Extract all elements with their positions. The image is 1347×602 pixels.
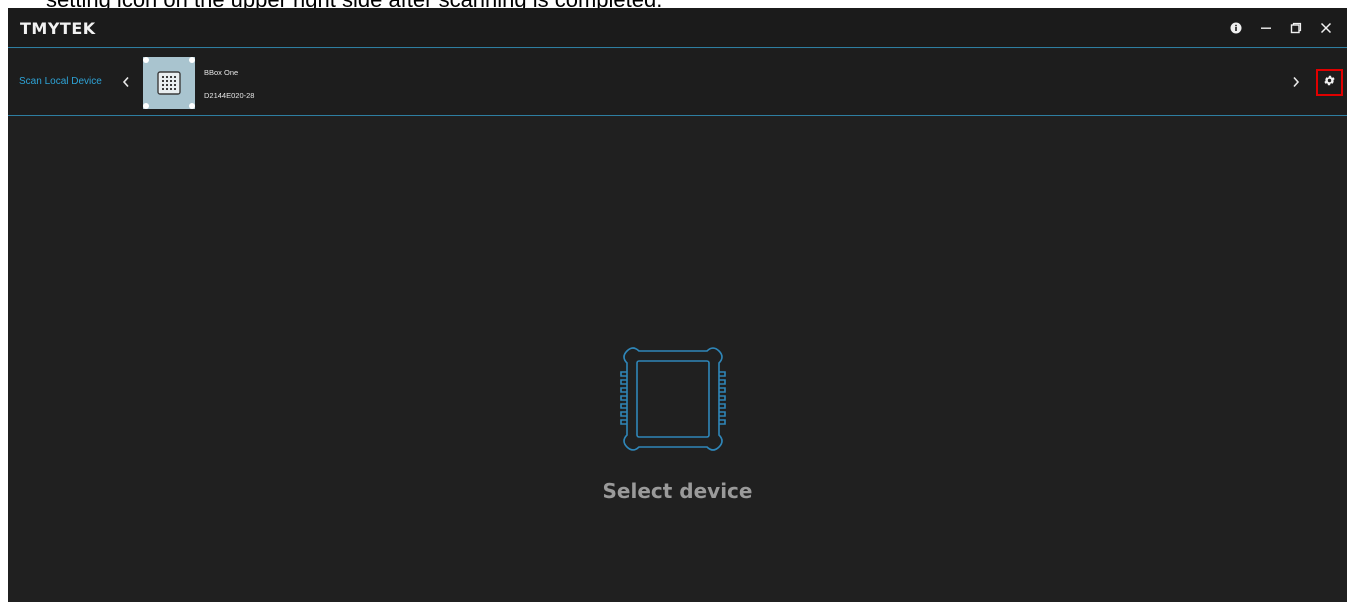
device-card[interactable]: BBox One D2144E020-28	[143, 57, 268, 109]
close-icon[interactable]	[1311, 15, 1341, 41]
info-icon[interactable]	[1221, 15, 1251, 41]
brand-logo: TMYTEK	[20, 17, 96, 39]
settings-button[interactable]	[1316, 69, 1343, 96]
device-bar: Scan Local Device BBox One D2144E020-28	[8, 49, 1347, 116]
chevron-left-icon[interactable]	[118, 71, 134, 93]
bbox-device-icon	[143, 57, 195, 109]
app-window: TMYTEK Scan Local Device BBox One D2144E…	[8, 8, 1347, 602]
brand-name: TMYTEK	[20, 18, 96, 38]
device-chip-icon	[617, 342, 729, 456]
device-serial: D2144E020-28	[204, 91, 255, 100]
restore-icon[interactable]	[1281, 15, 1311, 41]
device-name: BBox One	[204, 68, 239, 77]
scan-local-device-link[interactable]: Scan Local Device	[19, 76, 102, 87]
gear-icon	[1323, 74, 1336, 92]
window-controls	[1221, 15, 1341, 41]
chevron-right-icon[interactable]	[1288, 71, 1304, 93]
main-content: Select device	[8, 117, 1347, 602]
title-bar: TMYTEK	[8, 8, 1347, 48]
minimize-icon[interactable]	[1251, 15, 1281, 41]
select-device-label: Select device	[602, 479, 753, 503]
